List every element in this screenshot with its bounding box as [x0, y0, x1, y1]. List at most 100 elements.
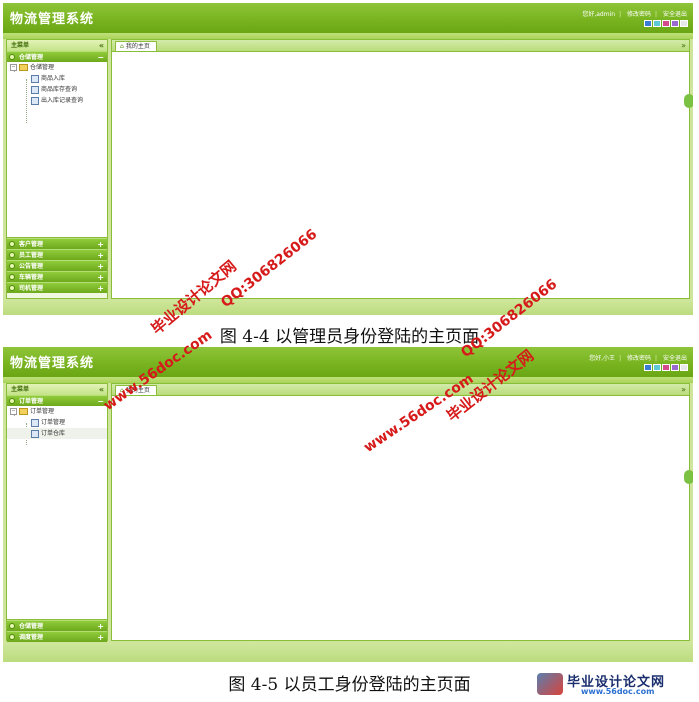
- app-footer: [3, 299, 693, 315]
- skin-swatch[interactable]: [680, 364, 688, 371]
- section-icon: [9, 285, 15, 291]
- section-label: 仓储管理: [19, 54, 44, 61]
- section-label: 司机管理: [19, 285, 44, 292]
- accordion-section[interactable]: 员工管理 +: [7, 249, 107, 260]
- skin-swatch[interactable]: [671, 364, 679, 371]
- tab-label: 我的主页: [125, 43, 150, 50]
- tree-item[interactable]: 商品入库: [7, 73, 107, 84]
- tree-root-label: 仓储管理: [30, 64, 55, 71]
- tree-root-node[interactable]: − 仓储管理: [7, 62, 107, 73]
- main-menu-label: 主菜单: [11, 386, 30, 393]
- accordion-section[interactable]: 客户管理 +: [7, 238, 107, 249]
- tree-root-node[interactable]: − 订单管理: [7, 406, 107, 417]
- skin-swatch[interactable]: [662, 364, 670, 371]
- tree-item[interactable]: 商品库存查询: [7, 84, 107, 95]
- tree-item-label: 订单管理: [41, 419, 66, 426]
- collapse-sidebar-icon[interactable]: «: [99, 384, 104, 395]
- tree-item[interactable]: 订单管理: [7, 417, 107, 428]
- accordion-section[interactable]: 公告管理 +: [7, 260, 107, 271]
- home-icon: ⌂: [120, 387, 124, 394]
- section-icon: [9, 241, 15, 247]
- main-menu-header: 主菜单 «: [7, 384, 107, 395]
- section-label: 仓储管理: [19, 623, 44, 630]
- section-label: 订单管理: [19, 398, 44, 405]
- collapse-sidebar-icon[interactable]: «: [99, 40, 104, 51]
- skin-swatch[interactable]: [644, 20, 652, 27]
- app-title: 物流管理系统: [10, 356, 95, 371]
- tab-bar: ⌂ 我的主页 »: [112, 384, 689, 396]
- admin-home-screenshot: 物流管理系统 您好,admin | 修改密码 | 安全退出 主菜单 « 仓储管理 −…: [3, 3, 693, 315]
- accordion-open-section[interactable]: 订单管理 −: [7, 395, 107, 406]
- app-footer: [3, 643, 693, 662]
- logo-emblem-icon: [537, 673, 563, 695]
- folder-icon: [19, 64, 28, 71]
- logo-url: www.56doc.com: [581, 687, 655, 696]
- section-label: 公告管理: [19, 263, 44, 270]
- folder-icon: [19, 408, 28, 415]
- skin-swatch[interactable]: [662, 20, 670, 27]
- tree-item-label: 商品入库: [41, 75, 66, 82]
- accordion-section[interactable]: 调度管理 +: [7, 631, 107, 642]
- expand-icon[interactable]: +: [97, 632, 104, 643]
- tree-item-label: 出入库记录查询: [41, 97, 84, 104]
- accordion-section[interactable]: 仓储管理 +: [7, 620, 107, 631]
- main-menu-label: 主菜单: [11, 42, 30, 49]
- page-icon: [31, 96, 39, 105]
- accordion-section[interactable]: 车辆管理 +: [7, 271, 107, 282]
- expand-icon[interactable]: +: [97, 283, 104, 294]
- skin-swatch[interactable]: [653, 364, 661, 371]
- side-toggle-handle[interactable]: [684, 94, 693, 108]
- accordion-open-section[interactable]: 仓储管理 −: [7, 51, 107, 62]
- section-label: 车辆管理: [19, 274, 44, 281]
- tree-item-label: 订单仓库: [41, 430, 66, 437]
- main-menu-header: 主菜单 «: [7, 40, 107, 51]
- staff-home-screenshot: 物流管理系统 您好,小王 | 修改密码 | 安全退出 主菜单 « 订单管理 − − 订…: [3, 347, 693, 662]
- section-icon: [9, 623, 15, 629]
- page-icon: [31, 74, 39, 83]
- home-icon: ⌂: [120, 43, 124, 50]
- main-content: ⌂ 我的主页 »: [111, 383, 693, 641]
- skin-swatch[interactable]: [671, 20, 679, 27]
- page-icon: [31, 429, 39, 438]
- sidebar: 主菜单 « 仓储管理 − − 仓储管理 商品入库 商品库存查询 出入库记录查询 客…: [6, 39, 108, 299]
- section-icon: [9, 263, 15, 269]
- tree-root-label: 订单管理: [30, 408, 55, 415]
- user-greeting: 您好,admin: [582, 11, 616, 18]
- page-icon: [31, 85, 39, 94]
- tab-label: 我的主页: [125, 387, 150, 394]
- menu-tree: − 订单管理 订单管理 订单仓库: [7, 406, 107, 620]
- change-password-link[interactable]: 修改密码: [627, 11, 651, 18]
- skin-swatch[interactable]: [653, 20, 661, 27]
- tree-item-label: 商品库存查询: [41, 86, 78, 93]
- app-title: 物流管理系统: [10, 12, 95, 27]
- section-icon: [9, 398, 15, 404]
- site-logo: 毕业设计论文网 www.56doc.com: [537, 671, 697, 699]
- section-icon: [9, 252, 15, 258]
- skin-swatch[interactable]: [644, 364, 652, 371]
- sidebar: 主菜单 « 订单管理 − − 订单管理 订单管理 订单仓库 仓储管理 + 调度管理 +: [6, 383, 108, 642]
- tab-bar: ⌂ 我的主页 »: [112, 40, 689, 52]
- tree-item[interactable]: 出入库记录查询: [7, 95, 107, 106]
- side-toggle-handle[interactable]: [684, 470, 693, 484]
- safe-exit-link[interactable]: 安全退出: [663, 11, 687, 18]
- skin-swatch[interactable]: [680, 20, 688, 27]
- figure-caption: 图 4-4 以管理员身份登陆的主页面: [219, 327, 480, 347]
- user-bar: 您好,admin | 修改密码 | 安全退出: [582, 11, 687, 18]
- expander-minus-icon[interactable]: −: [10, 64, 17, 71]
- menu-tree: − 仓储管理 商品入库 商品库存查询 出入库记录查询: [7, 62, 107, 238]
- tab-scroll-icon[interactable]: »: [681, 40, 686, 51]
- user-greeting: 您好,小王: [589, 355, 616, 362]
- section-icon: [9, 54, 15, 60]
- tab-home[interactable]: ⌂ 我的主页: [115, 385, 157, 395]
- section-icon: [9, 274, 15, 280]
- tab-home[interactable]: ⌂ 我的主页: [115, 41, 157, 51]
- tree-item[interactable]: 订单仓库: [7, 428, 107, 439]
- main-content: ⌂ 我的主页 »: [111, 39, 693, 299]
- change-password-link[interactable]: 修改密码: [627, 355, 651, 362]
- user-bar: 您好,小王 | 修改密码 | 安全退出: [589, 355, 687, 362]
- safe-exit-link[interactable]: 安全退出: [663, 355, 687, 362]
- tab-scroll-icon[interactable]: »: [681, 384, 686, 395]
- accordion-section[interactable]: 司机管理 +: [7, 282, 107, 293]
- app-header: 物流管理系统 您好,小王 | 修改密码 | 安全退出: [3, 347, 693, 377]
- expander-minus-icon[interactable]: −: [10, 408, 17, 415]
